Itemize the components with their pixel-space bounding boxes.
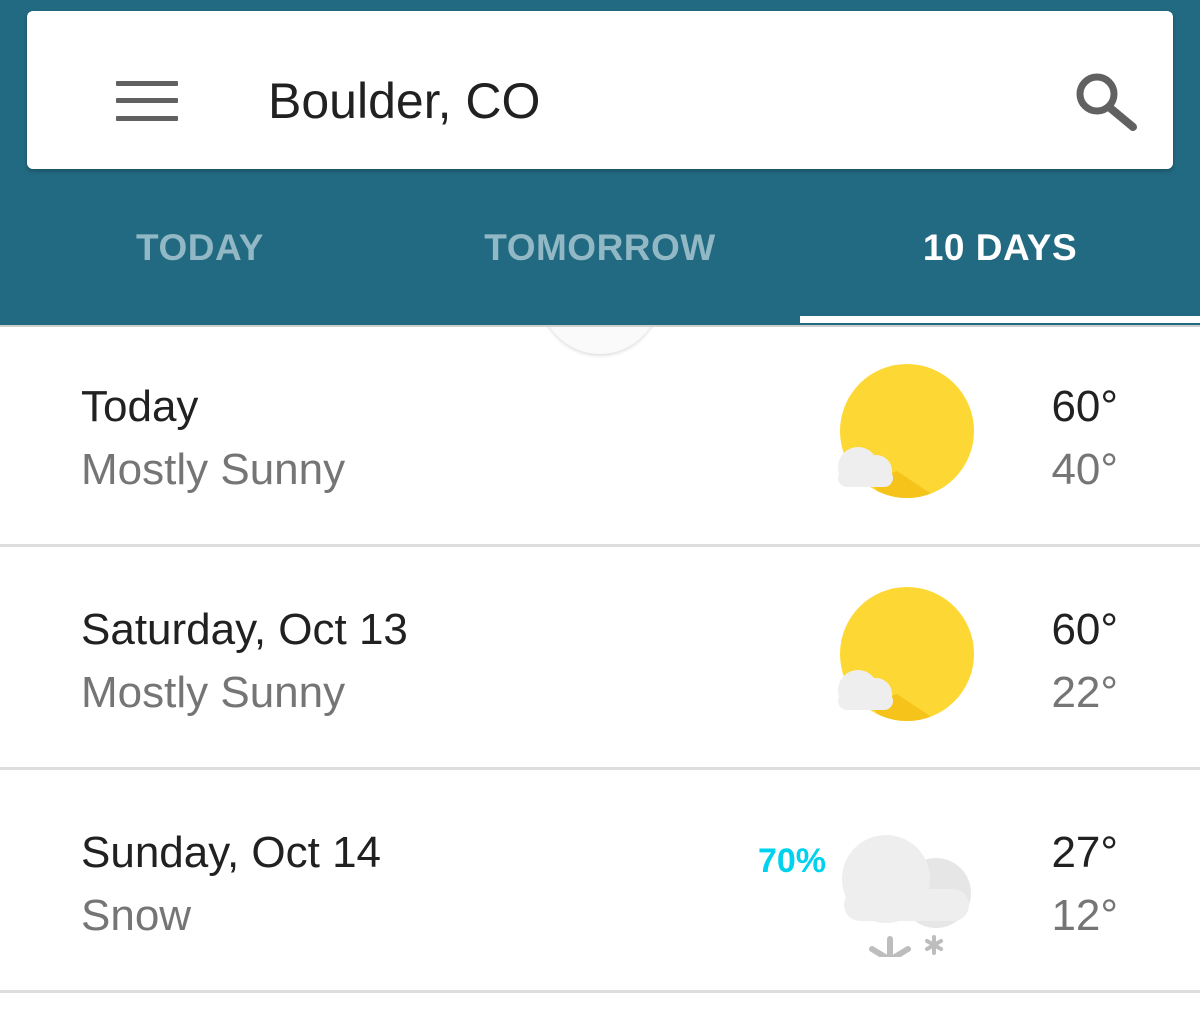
tab-today[interactable]: TODAY xyxy=(0,170,400,325)
forecast-low: 12° xyxy=(1051,891,1118,940)
location-text[interactable]: Boulder, CO xyxy=(268,71,540,131)
forecast-condition: Mostly Sunny xyxy=(81,668,346,717)
forecast-condition: Snow xyxy=(81,891,192,940)
row-divider xyxy=(0,990,1200,993)
hamburger-menu-icon[interactable] xyxy=(116,81,178,121)
row-divider xyxy=(0,767,1200,770)
forecast-day: Saturday, Oct 13 xyxy=(81,605,408,654)
forecast-low: 22° xyxy=(1051,668,1118,717)
snow-icon xyxy=(842,835,971,957)
search-icon[interactable] xyxy=(1071,69,1141,133)
forecast-high: 60° xyxy=(1051,605,1118,654)
forecast-row-today[interactable]: Today Mostly Sunny 60° 40° xyxy=(0,327,1200,547)
tab-10-days[interactable]: 10 DAYS xyxy=(800,170,1200,325)
forecast-row-saturday[interactable]: Saturday, Oct 13 Mostly Sunny 60° 22° xyxy=(0,550,1200,770)
forecast-low: 40° xyxy=(1051,445,1118,494)
search-bar[interactable]: Boulder, CO xyxy=(27,11,1173,169)
row-divider xyxy=(0,544,1200,547)
mostly-sunny-icon xyxy=(838,364,974,498)
forecast-day: Today xyxy=(81,382,199,431)
forecast-row-sunday[interactable]: Sunday, Oct 14 Snow 70% 27° 12° xyxy=(0,773,1200,993)
forecast-high: 27° xyxy=(1051,828,1118,877)
forecast-high: 60° xyxy=(1051,382,1118,431)
forecast-condition: Mostly Sunny xyxy=(81,445,346,494)
forecast-day: Sunday, Oct 14 xyxy=(81,828,382,877)
active-tab-indicator xyxy=(800,316,1200,323)
mostly-sunny-icon xyxy=(838,587,974,721)
precipitation-chance: 70% xyxy=(757,842,826,880)
